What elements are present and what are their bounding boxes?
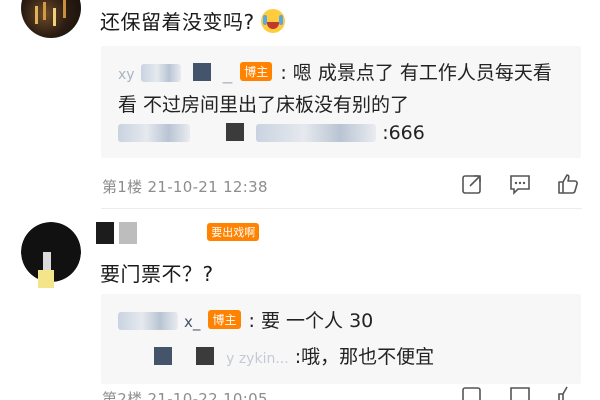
reply-line: xy _ 博主 : 嗯 成景点了 有工作人员每天看 (118, 58, 552, 85)
blurred-name[interactable] (256, 124, 377, 142)
divider (101, 208, 582, 209)
comment-username[interactable]: 要出戏啊 (96, 222, 260, 248)
comment-meta: 第2楼 21-10-22 10:05 (102, 390, 268, 400)
comment-icon[interactable] (508, 384, 532, 400)
avatar-fragment (38, 270, 54, 288)
avatar-block (192, 63, 211, 81)
comment-meta: 第1楼 21-10-21 12:38 (102, 178, 268, 196)
reply-username[interactable]: x_ (184, 313, 200, 331)
avatar-block (154, 347, 172, 365)
fan-badge: 要出戏啊 (207, 222, 260, 241)
reply-username[interactable]: xy (118, 67, 135, 83)
comment-actions (460, 172, 580, 196)
name-block (119, 222, 138, 244)
reply-text: :哦，那也不便宜 (294, 346, 435, 368)
blurred-name[interactable] (118, 312, 178, 330)
blurred-name (140, 64, 181, 82)
avatar-block (226, 123, 245, 141)
comment-body: 还保留着没变吗? (100, 10, 255, 34)
author-badge: 博主 (208, 310, 241, 329)
comment-body: 要门票不？? (100, 262, 214, 286)
reply-line: x_ 博主 : 要 一个人 30 (118, 306, 373, 333)
reply-line: :666 (118, 122, 425, 144)
author-badge: 博主 (240, 62, 273, 81)
name-block (96, 222, 114, 244)
reply-text: :666 (382, 122, 425, 144)
reply-line: y zykin... :哦，那也不便宜 (118, 342, 434, 369)
reply-text: : 要 一个人 30 (248, 310, 374, 332)
comment-text: 还保留着没变吗? (100, 6, 285, 35)
like-icon[interactable] (556, 384, 580, 400)
reply-line-cont: 看 不过房间里出了床板没有别的了 (118, 94, 410, 116)
reply-username[interactable]: y zykin... (226, 351, 289, 367)
blurred-name[interactable] (118, 124, 190, 142)
share-icon[interactable] (460, 172, 484, 196)
comment-actions (460, 384, 580, 400)
name-separator: _ (222, 62, 233, 84)
reply-text: : 嗯 成景点了 有工作人员每天看 (280, 62, 552, 84)
comment-icon[interactable] (508, 172, 532, 196)
share-icon[interactable] (460, 384, 484, 400)
avatar[interactable] (21, 0, 81, 38)
avatar-block (196, 347, 215, 365)
like-icon[interactable] (556, 172, 580, 196)
crying-laughing-emoji-icon (260, 9, 285, 33)
